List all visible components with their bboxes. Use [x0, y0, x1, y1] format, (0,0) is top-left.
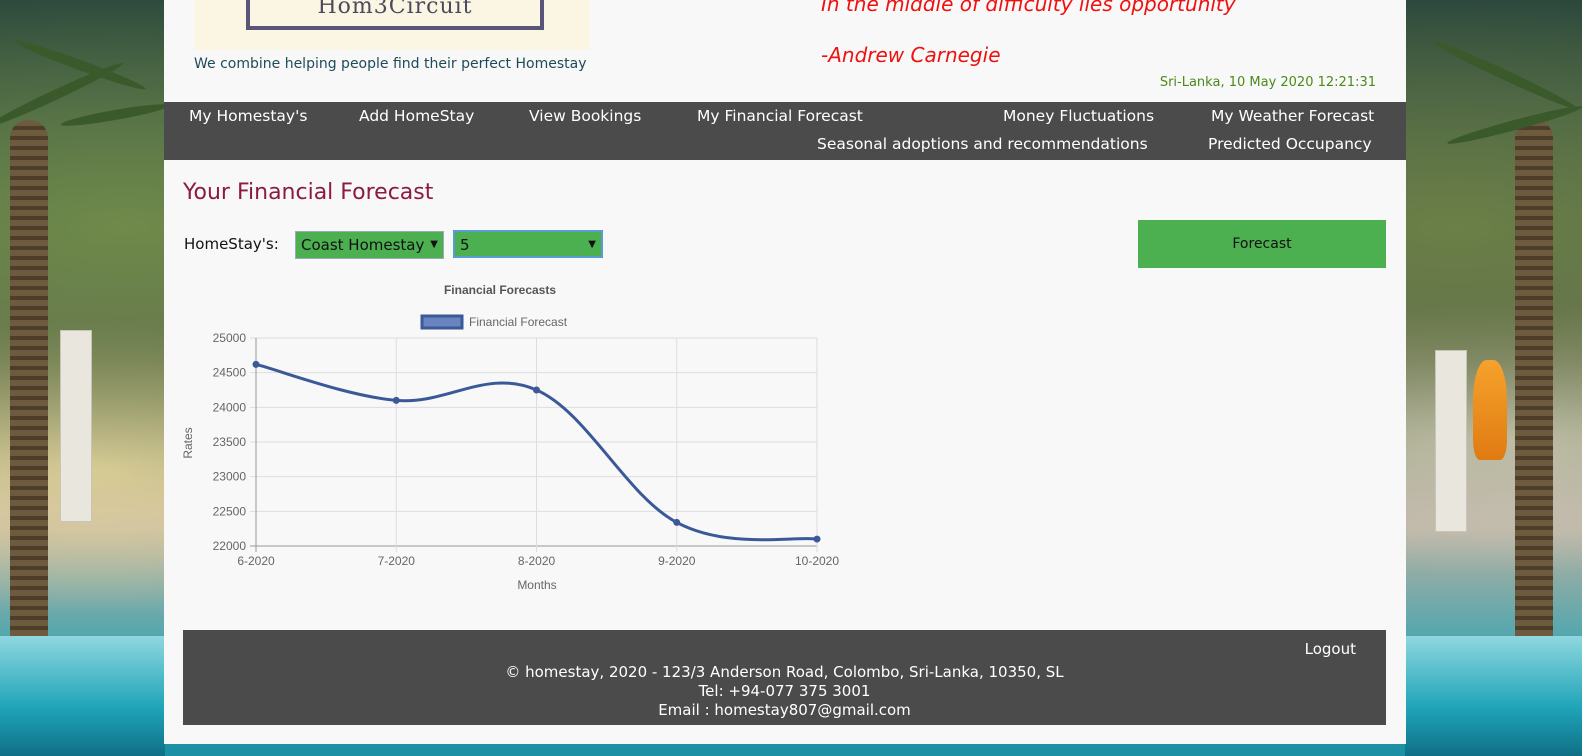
palm-frond	[1430, 36, 1580, 114]
nav-my-weather-forecast[interactable]: My Weather Forecast	[1211, 107, 1374, 125]
x-axis-ticks: 6-2020 7-2020 8-2020 9-2020 10-2020	[237, 554, 839, 568]
nav-view-bookings[interactable]: View Bookings	[529, 107, 641, 125]
nav-my-homestays[interactable]: My Homestay's	[189, 107, 307, 125]
nav-add-homestay[interactable]: Add HomeStay	[359, 107, 474, 125]
header: Hom3Circuit We combine helping people fi…	[164, 0, 1406, 102]
y-axis-ticks: 25000 24500 24000 23500 23000 22500 22000	[213, 331, 247, 553]
chart-title: Financial Forecasts	[444, 283, 556, 297]
data-point	[533, 386, 540, 394]
y-tick-label: 25000	[213, 331, 247, 345]
financial-forecast-chart: Financial Forecasts Financial Forecast 2…	[181, 283, 839, 592]
dropdown-arrow-icon: ▼	[430, 239, 438, 250]
x-tick-label: 7-2020	[378, 554, 416, 568]
legend-label: Financial Forecast	[469, 315, 568, 329]
logo-frame: Hom3Circuit	[246, 0, 544, 30]
footer: Logout © homestay, 2020 - 123/3 Anderson…	[183, 630, 1386, 725]
palm-trunk	[10, 120, 48, 680]
forecast-button[interactable]: Forecast	[1138, 220, 1386, 268]
y-tick-label: 22500	[213, 504, 247, 518]
forecast-count-select[interactable]: 5 ▼	[453, 230, 603, 258]
nav-seasonal-recommendations[interactable]: Seasonal adoptions and recommendations	[817, 135, 1148, 153]
tagline: We combine helping people find their per…	[194, 56, 587, 72]
page-title: Your Financial Forecast	[183, 180, 434, 205]
page-container: Hom3Circuit We combine helping people fi…	[164, 0, 1406, 744]
x-tick-label: 6-2020	[237, 554, 275, 568]
homestay-select[interactable]: Coast Homestay ▼	[295, 231, 444, 259]
legend-swatch[interactable]	[420, 314, 464, 330]
homestay-select-value: Coast Homestay	[301, 236, 425, 254]
main-nav: My Homestay's Add HomeStay View Bookings…	[164, 102, 1406, 160]
chart-grid	[250, 337, 818, 552]
data-point	[392, 396, 400, 404]
x-axis-label: Months	[517, 578, 556, 592]
y-axis-label: Rates	[181, 427, 195, 458]
pool-water	[1405, 636, 1582, 756]
data-point	[813, 535, 821, 543]
x-tick-label: 8-2020	[518, 554, 556, 568]
background-scene-left	[0, 0, 165, 756]
nav-my-financial-forecast[interactable]: My Financial Forecast	[697, 107, 863, 125]
x-tick-label: 10-2020	[795, 554, 839, 568]
data-point	[252, 360, 260, 368]
background-scene-right	[1405, 0, 1582, 756]
logout-link[interactable]: Logout	[1305, 640, 1356, 658]
y-tick-label: 23000	[213, 470, 247, 484]
footer-telephone: Tel: +94-077 375 3001	[698, 682, 871, 700]
footer-address: © homestay, 2020 - 123/3 Anderson Road, …	[505, 663, 1064, 681]
pergola-pillar	[1435, 350, 1467, 532]
palm-frond	[59, 100, 165, 130]
homestay-label: HomeStay's:	[184, 235, 279, 253]
nav-predicted-occupancy[interactable]: Predicted Occupancy	[1208, 135, 1372, 153]
umbrella	[1473, 360, 1507, 460]
pool-water	[0, 636, 165, 756]
y-tick-label: 24000	[213, 400, 247, 414]
data-point	[673, 518, 681, 526]
y-tick-label: 23500	[213, 435, 247, 449]
datetime: Sri-Lanka, 10 May 2020 12:21:31	[1159, 75, 1376, 90]
palm-trunk	[1515, 120, 1553, 680]
x-tick-label: 9-2020	[658, 554, 696, 568]
logo[interactable]: Hom3Circuit	[194, 0, 590, 50]
logo-text: Hom3Circuit	[317, 0, 473, 19]
quote-text: In the middle of difficulty lies opportu…	[821, 0, 1236, 16]
dropdown-arrow-icon: ▼	[588, 239, 596, 250]
y-tick-label: 22000	[213, 539, 247, 553]
y-tick-label: 24500	[213, 366, 247, 380]
footer-email: Email : homestay807@gmail.com	[658, 701, 911, 719]
forecast-count-value: 5	[460, 236, 470, 254]
pergola-pillar	[60, 330, 92, 522]
nav-money-fluctuations[interactable]: Money Fluctuations	[1003, 107, 1154, 125]
quote-author: -Andrew Carnegie	[821, 43, 1001, 67]
